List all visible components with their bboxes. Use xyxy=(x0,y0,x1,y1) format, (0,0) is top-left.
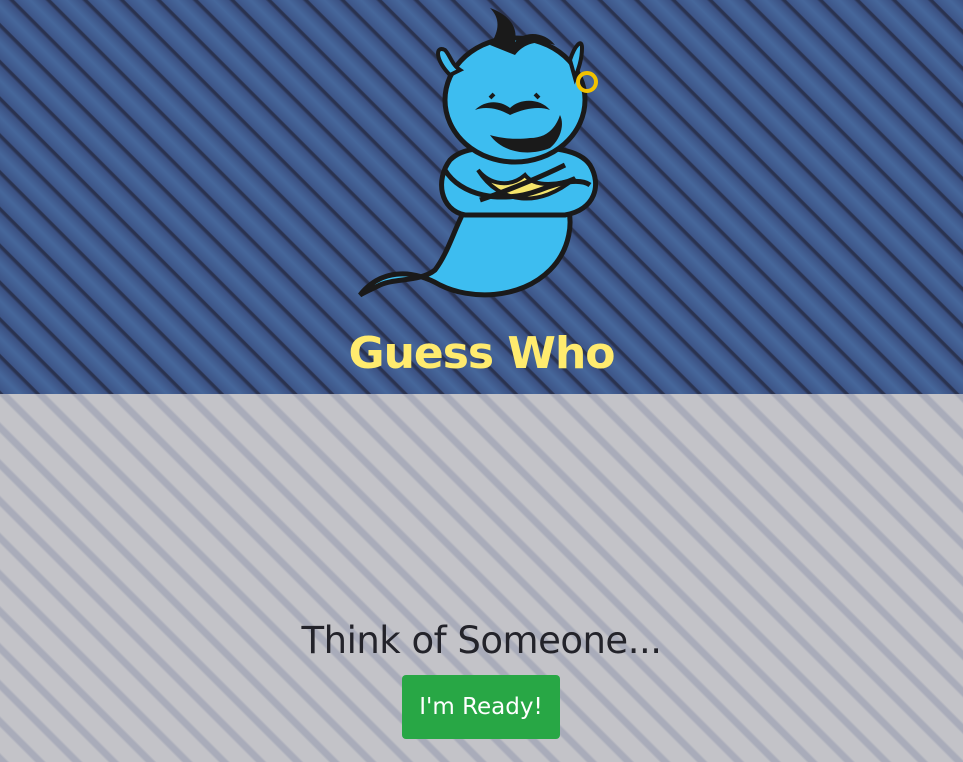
genie-icon xyxy=(350,0,610,320)
instruction-text: Think of Someone... xyxy=(301,619,662,662)
ready-button[interactable]: I'm Ready! xyxy=(402,675,560,739)
main-panel: Think of Someone... I'm Ready! xyxy=(0,394,963,762)
page-title: Guess Who xyxy=(348,328,615,379)
header-banner: Guess Who xyxy=(0,0,963,394)
